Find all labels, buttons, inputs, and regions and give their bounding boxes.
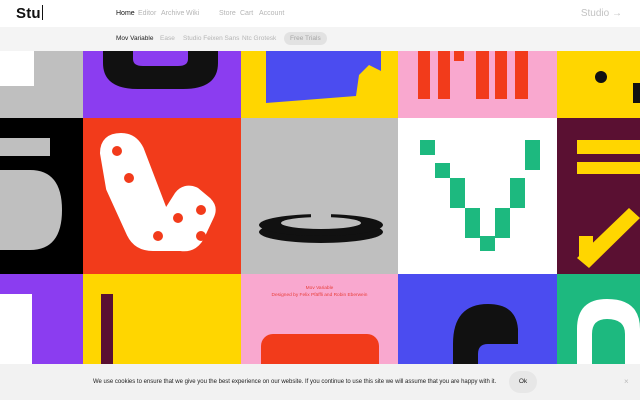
tile-gray-disc[interactable]	[241, 118, 398, 274]
nav-editor[interactable]: Editor	[138, 10, 156, 17]
font-title: Mov Variable	[305, 286, 334, 291]
subnav-ntc-grotesk[interactable]: Ntc Grotesk	[242, 35, 276, 42]
tile-black-left[interactable]	[0, 118, 83, 274]
nav-cart[interactable]: Cart	[240, 10, 253, 17]
close-icon[interactable]: ×	[624, 377, 629, 386]
cookie-text: We use cookies to ensure that we give yo…	[93, 379, 497, 385]
tile-gray-top[interactable]	[0, 51, 83, 118]
subnav-ease[interactable]: Ease	[160, 35, 175, 42]
free-trials-pill[interactable]: Free Trials	[284, 32, 327, 45]
text-cursor-icon	[41, 5, 43, 20]
font-subnavigation: Mov Variable Ease Studio Feixen Sans Ntc…	[0, 27, 640, 51]
subnav-studio-feixen-sans[interactable]: Studio Feixen Sans	[183, 35, 239, 42]
nav-wiki[interactable]: Wiki	[186, 10, 199, 17]
site-logo[interactable]: Stu	[16, 5, 43, 22]
subnav-mov-variable[interactable]: Mov Variable	[116, 35, 153, 42]
cookie-banner: We use cookies to ensure that we give yo…	[0, 364, 640, 400]
tile-purple-top[interactable]	[83, 51, 241, 118]
font-info: Mov Variable Designed by Felix Pfäffli a…	[241, 285, 398, 299]
tile-red-glyph[interactable]	[83, 118, 241, 274]
cookie-ok-button[interactable]: Ok	[509, 371, 537, 393]
tile-pink-top[interactable]	[398, 51, 557, 118]
tile-yellow-top[interactable]	[241, 51, 398, 118]
tile-yellow-right-top[interactable]	[557, 51, 640, 118]
top-navigation-bar: Stu Home Editor Archive Wiki Store Cart …	[0, 0, 640, 27]
nav-store[interactable]: Store	[219, 10, 236, 17]
studio-button[interactable]: Studio →	[581, 8, 622, 19]
font-credit: Designed by Felix Pfäffli and Robin Eber…	[271, 293, 368, 298]
nav-account[interactable]: Account	[259, 10, 284, 17]
nav-archive[interactable]: Archive	[161, 10, 184, 17]
tile-maroon-z[interactable]	[557, 118, 640, 274]
nav-home[interactable]: Home	[116, 10, 135, 17]
tile-white-v[interactable]	[398, 118, 557, 274]
type-specimen-grid	[0, 51, 640, 400]
